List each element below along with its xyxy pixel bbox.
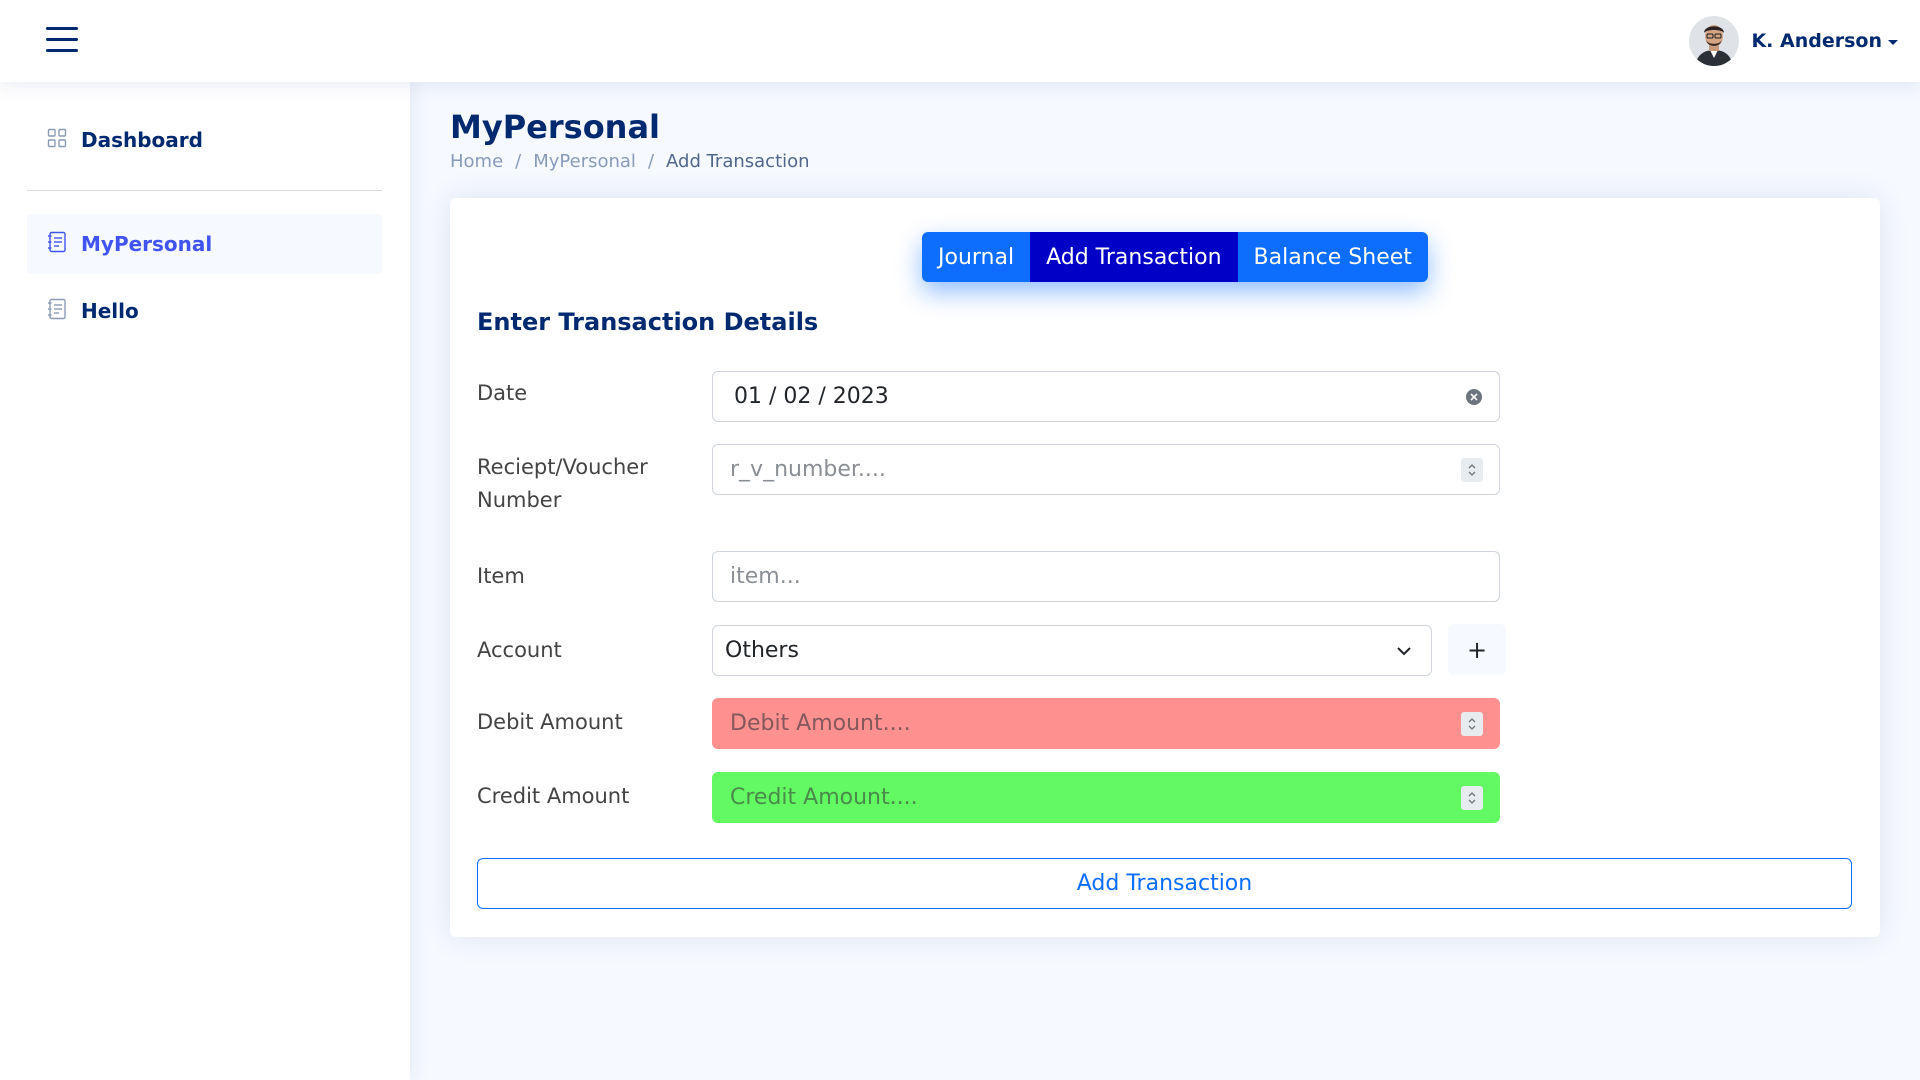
account-label: Account [477,638,562,662]
voucher-label-line2: Number [477,488,562,512]
account-selected-value: Others [725,638,799,663]
breadcrumb: Home / MyPersonal / Add Transaction [450,151,810,172]
item-placeholder: item... [730,564,801,589]
breadcrumb-separator: / [515,151,522,172]
profile-dropdown[interactable]: K. Anderson [1689,16,1898,66]
clear-date-icon[interactable] [1466,389,1482,405]
sidebar-item-hello[interactable]: Hello [27,281,382,341]
caret-down-icon[interactable] [1888,39,1898,45]
voucher-label: Reciept/Voucher Number [477,451,648,517]
tab-balance-sheet[interactable]: Balance Sheet [1237,232,1428,282]
tab-add-transaction[interactable]: Add Transaction [1030,232,1238,282]
sidebar: Dashboard MyPersonal Hello [0,82,410,1080]
sidebar-divider [27,190,382,191]
number-spinner-icon[interactable] [1461,458,1483,482]
date-input[interactable]: 01 / 02 / 2023 [712,371,1500,422]
number-spinner-icon[interactable] [1461,786,1483,810]
debit-placeholder: Debit Amount.... [730,711,911,736]
grid-icon [47,128,67,152]
tab-group: Journal Add Transaction Balance Sheet [922,232,1428,282]
breadcrumb-home[interactable]: Home [450,151,503,172]
item-input[interactable]: item... [712,551,1500,602]
chevron-down-icon [1395,641,1413,666]
sidebar-item-mypersonal[interactable]: MyPersonal [27,214,382,274]
credit-label: Credit Amount [477,784,630,808]
breadcrumb-mypersonal[interactable]: MyPersonal [533,151,636,172]
breadcrumb-separator: / [647,151,655,172]
date-value: 01 / 02 / 2023 [734,384,889,409]
item-label: Item [477,564,525,588]
form-title: Enter Transaction Details [477,308,819,336]
avatar[interactable] [1689,16,1740,66]
number-spinner-icon[interactable] [1461,712,1483,736]
voucher-number-input[interactable]: r_v_number.... [712,444,1500,495]
sidebar-item-dashboard[interactable]: Dashboard [27,110,382,170]
sidebar-item-label: MyPersonal [81,232,213,256]
credit-placeholder: Credit Amount.... [730,785,918,810]
credit-amount-input[interactable]: Credit Amount.... [712,772,1500,823]
journal-text-icon [47,298,67,324]
voucher-placeholder: r_v_number.... [730,457,886,482]
page-title: MyPersonal [450,108,661,146]
account-select[interactable]: Others [712,625,1432,676]
breadcrumb-current: Add Transaction [666,151,810,172]
profile-name[interactable]: K. Anderson [1751,30,1882,52]
debit-amount-input[interactable]: Debit Amount.... [712,698,1500,749]
top-header: K. Anderson [0,0,1920,82]
voucher-label-line1: Reciept/Voucher [477,455,648,479]
transaction-card: Journal Add Transaction Balance Sheet En… [450,198,1880,937]
sidebar-item-label: Hello [81,299,139,323]
sidebar-item-label: Dashboard [81,128,203,152]
hamburger-menu-icon[interactable] [46,25,80,55]
debit-label: Debit Amount [477,710,623,734]
date-label: Date [477,381,528,405]
add-transaction-button[interactable]: Add Transaction [477,858,1852,909]
journal-text-icon [47,231,67,257]
add-account-button[interactable]: + [1448,624,1506,675]
tab-journal[interactable]: Journal [922,232,1031,282]
